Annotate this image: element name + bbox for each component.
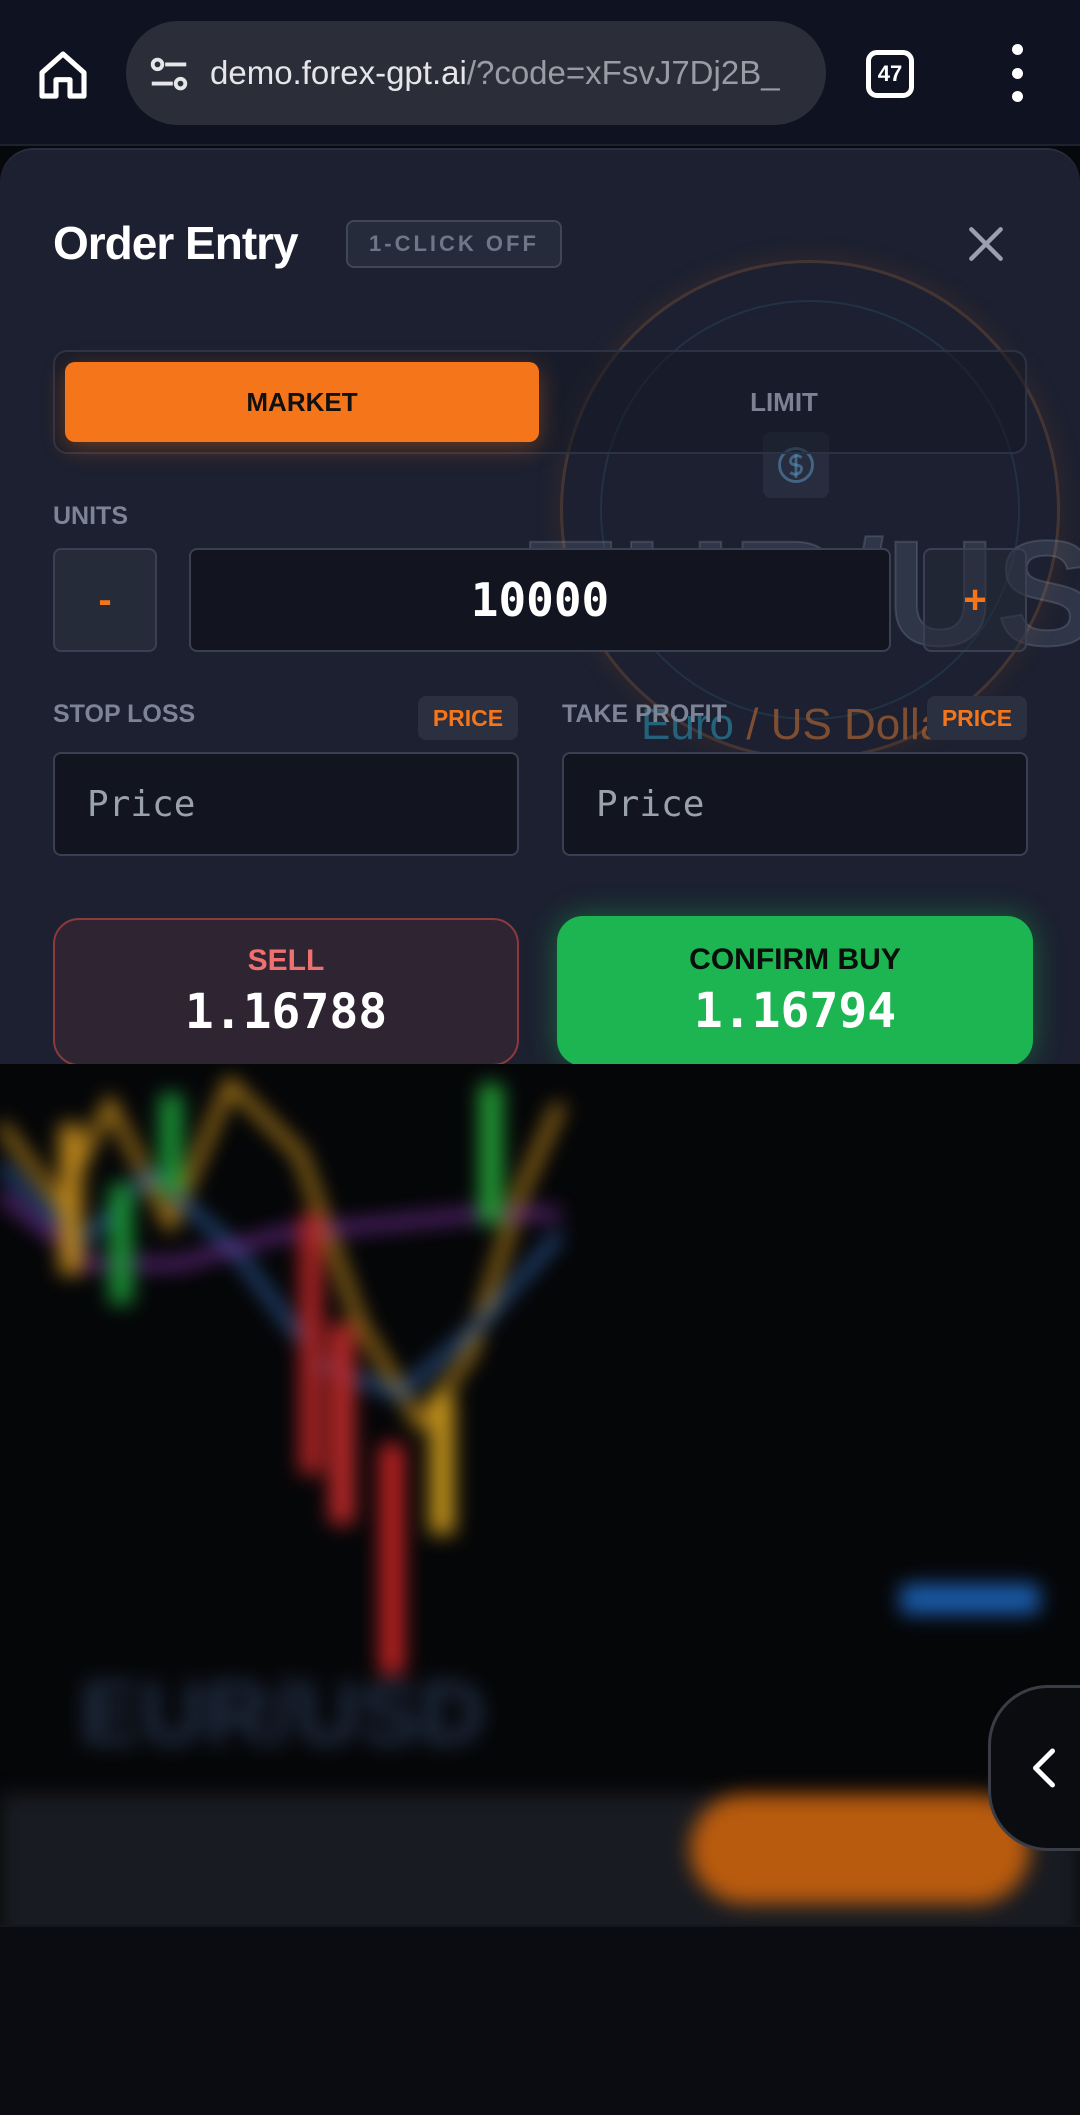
site-settings-icon[interactable] — [146, 51, 192, 97]
url-domain: demo.forex-gpt.ai — [210, 54, 467, 91]
address-bar[interactable]: demo.forex-gpt.ai/?code=xFsvJ7Dj2B_ — [126, 21, 826, 125]
home-icon[interactable] — [30, 42, 96, 108]
chart-background: EUR/USD — [0, 1064, 1080, 2115]
take-profit-label: TAKE PROFIT — [562, 700, 727, 728]
url-text[interactable]: demo.forex-gpt.ai/?code=xFsvJ7Dj2B_ — [210, 21, 810, 125]
confirm-buy-button[interactable]: CONFIRM BUY 1.16794 — [557, 916, 1033, 1064]
take-profit-input[interactable] — [562, 752, 1028, 856]
units-input[interactable]: 10000 — [189, 548, 891, 652]
units-label: UNITS — [53, 502, 128, 530]
one-click-toggle[interactable]: 1-CLICK OFF — [346, 220, 562, 268]
panel-title: Order Entry — [53, 217, 299, 269]
buy-price: 1.16794 — [693, 983, 897, 1039]
bottom-navigation — [0, 1925, 1080, 2115]
stop-loss-input[interactable] — [53, 752, 519, 856]
take-profit-mode-toggle[interactable]: PRICE — [927, 696, 1027, 740]
sell-label: SELL — [247, 944, 325, 977]
overflow-menu-icon[interactable] — [1002, 44, 1032, 102]
tab-count: 47 — [877, 61, 903, 86]
buy-label: CONFIRM BUY — [689, 943, 901, 976]
chevron-left-icon — [1033, 1748, 1055, 1788]
tab-limit[interactable]: LIMIT — [549, 362, 1019, 442]
stop-loss-mode-toggle[interactable]: PRICE — [418, 696, 518, 740]
decrease-units-button[interactable]: - — [53, 548, 157, 652]
sell-button[interactable]: SELL 1.16788 — [53, 918, 519, 1064]
side-panel-toggle[interactable] — [988, 1685, 1080, 1851]
pair-separator: / — [746, 700, 759, 749]
increase-units-button[interactable]: + — [923, 548, 1027, 652]
tab-market[interactable]: MARKET — [65, 362, 539, 442]
sell-price: 1.16788 — [184, 984, 388, 1040]
svg-text:EUR/USD: EUR/USD — [80, 1664, 485, 1764]
order-entry-panel: EUR/USD Euro / US Dollar Order Entry 1-C… — [0, 148, 1080, 1064]
url-path: /?code=xFsvJ7Dj2B_ — [466, 54, 780, 91]
order-type-selector: MARKET LIMIT — [53, 350, 1027, 454]
tab-switcher-button[interactable]: 47 — [866, 50, 914, 98]
close-icon[interactable] — [958, 216, 1014, 272]
stop-loss-label: STOP LOSS — [53, 700, 196, 728]
browser-toolbar: demo.forex-gpt.ai/?code=xFsvJ7Dj2B_ 47 — [0, 0, 1080, 146]
